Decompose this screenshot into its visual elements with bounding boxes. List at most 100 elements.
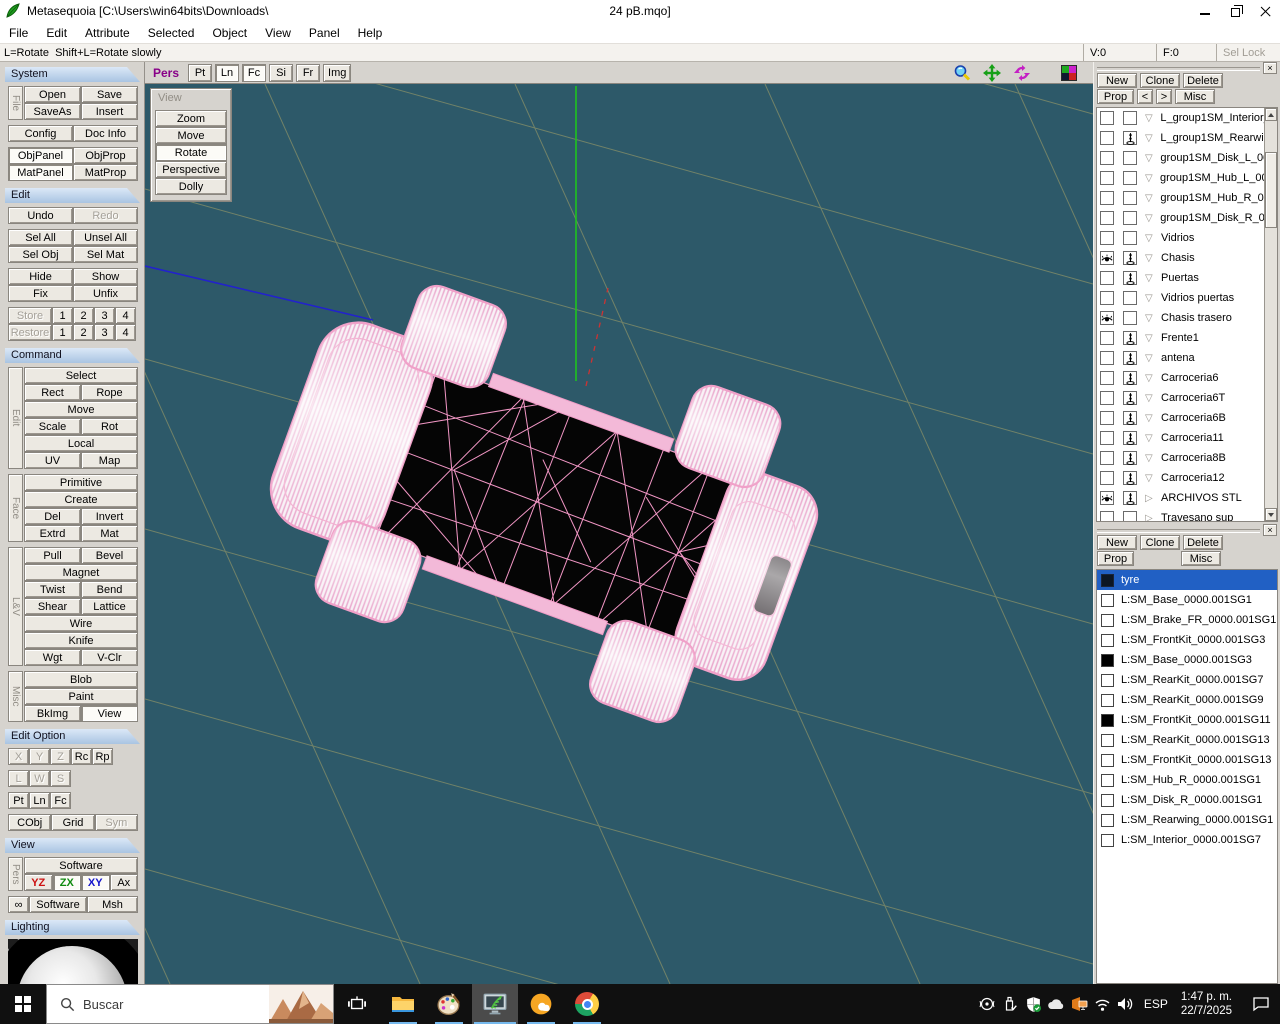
close-button[interactable] (1250, 0, 1280, 22)
panel-button[interactable]: Config (8, 125, 73, 142)
smoothing-checkbox[interactable] (1123, 211, 1137, 225)
expand-triangle-icon[interactable] (1145, 193, 1156, 204)
material-row[interactable]: L:SM_Base_0000.001SG1 (1097, 590, 1277, 610)
expand-triangle-icon[interactable] (1145, 153, 1156, 164)
object-list[interactable]: L_group1SM_Interior_ (1096, 107, 1278, 522)
option-toggle[interactable]: Y (29, 748, 50, 765)
visibility-checkbox[interactable] (1100, 391, 1114, 405)
panel-button[interactable]: Redo (73, 207, 138, 224)
panel-button[interactable]: 2 (73, 324, 94, 341)
display-toggle-button[interactable]: Fr (296, 64, 320, 82)
restore-button[interactable] (1220, 0, 1250, 22)
material-row[interactable]: L:SM_Rearwing_0000.001SG1 (1097, 810, 1277, 830)
expand-triangle-icon[interactable] (1145, 313, 1157, 324)
display-toggle-button[interactable]: Fc (242, 64, 266, 82)
expand-triangle-icon[interactable] (1145, 173, 1156, 184)
language-indicator[interactable]: ESP (1137, 984, 1175, 1024)
command-button[interactable]: Wire (24, 615, 138, 632)
material-row[interactable]: L:SM_RearKit_0000.001SG9 (1097, 690, 1277, 710)
command-button[interactable]: Move (24, 401, 138, 418)
view-tool-button[interactable]: Move (155, 127, 227, 144)
material-row[interactable]: L:SM_Hub_R_0000.001SG1 (1097, 770, 1277, 790)
smoothing-checkbox[interactable] (1123, 131, 1137, 145)
object-row[interactable]: antena (1097, 348, 1264, 368)
command-button[interactable]: View (81, 705, 138, 722)
object-row[interactable]: group1SM_Hub_L_000 (1097, 168, 1264, 188)
menu-item[interactable]: File (0, 24, 37, 42)
visibility-checkbox[interactable] (1100, 371, 1114, 385)
command-button[interactable]: Bevel (81, 547, 138, 564)
cast-tray-icon[interactable] (976, 984, 999, 1024)
panel-button[interactable]: Restore (8, 324, 52, 341)
zoom-magnifier-icon[interactable] (953, 64, 971, 82)
material-row[interactable]: L:SM_Base_0000.001SG3 (1097, 650, 1277, 670)
task-view-button[interactable] (334, 984, 380, 1024)
panel-button[interactable]: 1 (52, 324, 73, 341)
material-panel-handle[interactable]: × (1096, 524, 1278, 534)
smoothing-checkbox[interactable] (1123, 451, 1137, 465)
command-button[interactable]: Bend (81, 581, 138, 598)
option-toggle[interactable]: L (8, 770, 29, 787)
expand-triangle-icon[interactable] (1145, 493, 1157, 504)
command-button[interactable]: Magnet (24, 564, 138, 581)
move-arrows-icon[interactable] (983, 64, 1001, 82)
command-button[interactable]: Local (24, 435, 138, 452)
panel-button[interactable]: 3 (94, 307, 115, 324)
panel-button[interactable]: Sel Mat (73, 246, 138, 263)
smoothing-checkbox[interactable] (1123, 171, 1137, 185)
material-row[interactable]: L:SM_RearKit_0000.001SG13 (1097, 730, 1277, 750)
expand-triangle-icon[interactable] (1145, 433, 1157, 444)
panel-button[interactable]: Hide (8, 268, 73, 285)
panel-button[interactable]: 4 (115, 307, 136, 324)
material-row[interactable]: L:SM_Brake_FR_0000.001SG1 (1097, 610, 1277, 630)
object-row[interactable]: ARCHIVOS STL (1097, 488, 1264, 508)
object-row[interactable]: Carroceria6T (1097, 388, 1264, 408)
display-toggle-button[interactable]: Ln (215, 64, 239, 82)
smoothing-checkbox[interactable] (1123, 511, 1137, 522)
view-button[interactable]: Msh (87, 896, 138, 913)
expand-triangle-icon[interactable] (1145, 133, 1156, 144)
expand-triangle-icon[interactable] (1145, 353, 1157, 364)
command-button[interactable]: Primitive (24, 474, 138, 491)
smoothing-checkbox[interactable] (1123, 491, 1137, 505)
object-panel-button[interactable]: Delete (1183, 73, 1223, 88)
smoothing-checkbox[interactable] (1123, 471, 1137, 485)
command-button[interactable]: Create (24, 491, 138, 508)
command-button[interactable]: Wgt (24, 649, 81, 666)
menu-item[interactable]: Panel (300, 24, 349, 42)
command-button[interactable]: Scale (24, 418, 81, 435)
object-row[interactable]: L_group1SM_Interior_ (1097, 108, 1264, 128)
smoothing-checkbox[interactable] (1123, 311, 1137, 325)
expand-triangle-icon[interactable] (1145, 473, 1157, 484)
command-button[interactable]: Paint (24, 688, 138, 705)
menu-item[interactable]: Attribute (76, 24, 139, 42)
expand-triangle-icon[interactable] (1145, 213, 1156, 224)
expand-triangle-icon[interactable] (1145, 393, 1157, 404)
view-tool-button[interactable]: Dolly (155, 178, 227, 195)
sel-lock-label[interactable]: Sel Lock (1216, 44, 1280, 61)
object-row[interactable]: group1SM_Hub_R_00 (1097, 188, 1264, 208)
material-row[interactable]: L:SM_Disk_R_0000.001SG1 (1097, 790, 1277, 810)
smoothing-checkbox[interactable] (1123, 371, 1137, 385)
material-panel-close-button[interactable]: × (1263, 524, 1277, 536)
material-row[interactable]: L:SM_FrontKit_0000.001SG13 (1097, 750, 1277, 770)
view-tool-button[interactable]: Rotate (155, 144, 227, 161)
object-row[interactable]: Carroceria6 (1097, 368, 1264, 388)
taskbar-app-metasequoia[interactable] (472, 984, 518, 1024)
material-list[interactable]: tyre L:SM_Base_0000.001SG1 L:SM_Brake_FR… (1096, 569, 1278, 984)
command-button[interactable]: Map (81, 452, 138, 469)
panel-button[interactable]: Sel All (8, 229, 73, 246)
menu-item[interactable]: Edit (37, 24, 76, 42)
3d-canvas[interactable]: View ZoomMoveRotatePerspectiveDolly (145, 84, 1093, 984)
expand-triangle-icon[interactable] (1145, 113, 1156, 124)
visibility-checkbox[interactable] (1100, 331, 1114, 345)
view-button[interactable]: Ax (110, 874, 139, 891)
menu-item[interactable]: View (256, 24, 300, 42)
smoothing-checkbox[interactable] (1123, 331, 1137, 345)
scroll-up-button[interactable] (1265, 108, 1277, 121)
expand-triangle-icon[interactable] (1145, 333, 1157, 344)
panel-button[interactable]: 1 (52, 307, 73, 324)
command-button[interactable]: Invert (81, 508, 138, 525)
material-panel-button[interactable]: Delete (1183, 535, 1223, 550)
visibility-checkbox[interactable] (1100, 311, 1114, 325)
